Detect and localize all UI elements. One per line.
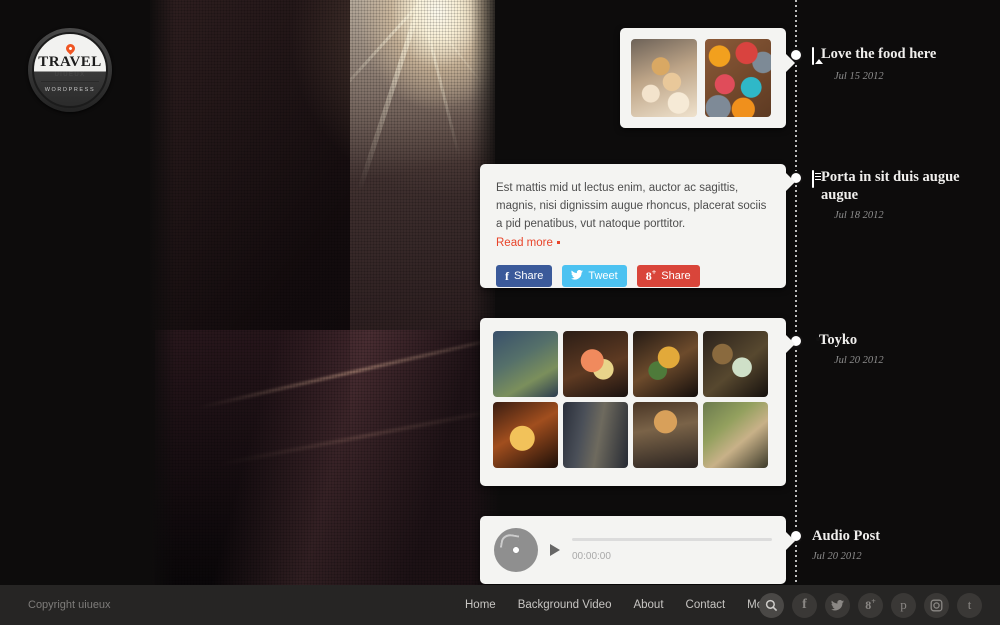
logo-ring: TRAVEL UIUEUX WORDPRESS: [32, 32, 108, 108]
image-icon: [812, 47, 814, 65]
gallery-post-card[interactable]: [480, 318, 795, 486]
timeline-entry-date: Jul 18 2012: [834, 210, 884, 221]
facebook-icon[interactable]: f: [792, 592, 817, 618]
photo-thumbnail[interactable]: [705, 39, 771, 117]
gallery-thumbnail[interactable]: [703, 331, 768, 397]
timeline-entry-date: Jul 20 2012: [812, 551, 862, 562]
page-root: TRAVEL UIUEUX WORDPRESS Est mattis mid u…: [0, 0, 1000, 625]
twitter-icon: [571, 269, 584, 283]
footer-social-links: f 8+ p t: [759, 592, 982, 618]
site-footer: Copyright uiueux Home Background Video A…: [0, 585, 1000, 625]
nav-item-about[interactable]: About: [633, 599, 663, 611]
audio-player: 00:00:00: [494, 528, 772, 572]
timeline-entry-title: Audio Post: [812, 528, 881, 544]
timeline-entry-title: Porta in sit duis augue augue: [821, 169, 960, 203]
photo-post-card[interactable]: [620, 28, 795, 128]
text-post-card[interactable]: Est mattis mid ut lectus enim, auctor ac…: [480, 164, 795, 288]
card-pointer: [786, 532, 795, 550]
timeline-entry-title: Toyko: [819, 332, 858, 348]
card-pointer: [786, 335, 795, 353]
logo-divider: [41, 81, 99, 82]
instagram-icon[interactable]: [924, 592, 949, 618]
timeline-line: [795, 0, 797, 585]
timeline-entry-audio-post[interactable]: Audio Post Jul 20 2012: [812, 527, 992, 562]
gallery-thumbnail[interactable]: [633, 402, 698, 468]
google-plus-share-label: Share: [661, 270, 691, 282]
logo-title: TRAVEL: [38, 54, 102, 70]
facebook-share-button[interactable]: f Share: [496, 265, 553, 287]
facebook-icon: f: [505, 268, 509, 283]
timeline-entry-header: Love the food here: [812, 45, 992, 65]
photo-row: [631, 39, 775, 117]
logo-footer-text: WORDPRESS: [44, 87, 96, 93]
share-button-row: f Share Tweet 8+ Share: [496, 265, 770, 287]
timeline-entry-header: Porta in sit duis augue augue: [812, 168, 992, 204]
timeline-entry-header: Toyko: [812, 331, 992, 349]
background-road: [155, 330, 500, 585]
vinyl-record-icon: [494, 528, 538, 572]
logo-subtitle: UIUEUX: [54, 72, 86, 78]
gallery-thumbnail[interactable]: [633, 331, 698, 397]
google-plus-share-button[interactable]: 8+ Share: [636, 265, 700, 287]
nav-item-background-video[interactable]: Background Video: [518, 599, 612, 611]
gallery-thumbnail[interactable]: [563, 331, 628, 397]
gallery-thumbnail[interactable]: [493, 331, 558, 397]
timeline-entry-header: Audio Post: [812, 527, 992, 545]
tumblr-icon[interactable]: t: [957, 592, 982, 618]
post-body-text: Est mattis mid ut lectus enim, auctor ac…: [496, 182, 767, 230]
play-icon[interactable]: [550, 544, 560, 556]
card-pointer: [786, 173, 795, 191]
location-pin-icon: [63, 42, 77, 55]
facebook-share-label: Share: [514, 270, 544, 282]
google-plus-icon[interactable]: 8+: [858, 592, 883, 618]
twitter-tweet-button[interactable]: Tweet: [562, 265, 627, 287]
timeline-entry-date: Jul 20 2012: [834, 355, 884, 366]
nav-item-home[interactable]: Home: [465, 599, 496, 611]
pinterest-icon[interactable]: p: [891, 592, 916, 618]
twitter-icon[interactable]: [825, 592, 850, 618]
twitter-tweet-label: Tweet: [588, 270, 618, 282]
audio-time: 00:00:00: [572, 551, 611, 562]
copyright-text: Copyright uiueux: [28, 599, 111, 611]
timeline-entry-love-the-food-here[interactable]: Love the food here Jul 15 2012: [812, 45, 992, 82]
gallery-thumbnail[interactable]: [703, 402, 768, 468]
nav-item-contact[interactable]: Contact: [686, 599, 726, 611]
audio-seek-bar[interactable]: [572, 538, 772, 541]
google-plus-icon: 8+: [645, 268, 657, 283]
audio-post-card[interactable]: 00:00:00: [480, 516, 795, 584]
gallery-thumbnail[interactable]: [493, 402, 558, 468]
read-more-dot: [556, 241, 560, 244]
audio-controls: 00:00:00: [572, 538, 772, 562]
site-logo[interactable]: TRAVEL UIUEUX WORDPRESS: [28, 28, 112, 112]
read-more-link[interactable]: Read more: [496, 237, 560, 249]
document-icon: [812, 170, 814, 188]
gallery-thumbnail[interactable]: [563, 402, 628, 468]
timeline-entry-toyko[interactable]: Toyko Jul 20 2012: [812, 331, 992, 366]
search-icon[interactable]: [759, 592, 784, 618]
footer-nav: Home Background Video About Contact More: [465, 599, 782, 611]
read-more-label: Read more: [496, 237, 553, 249]
card-pointer: [786, 54, 795, 72]
timeline-entry-porta-in-sit-duis-augue-augue[interactable]: Porta in sit duis augue augue Jul 18 201…: [812, 168, 992, 221]
photo-thumbnail[interactable]: [631, 39, 697, 117]
timeline-entry-title: Love the food here: [821, 46, 937, 62]
timeline-entry-date: Jul 15 2012: [834, 71, 884, 82]
gallery-grid: [493, 331, 773, 468]
